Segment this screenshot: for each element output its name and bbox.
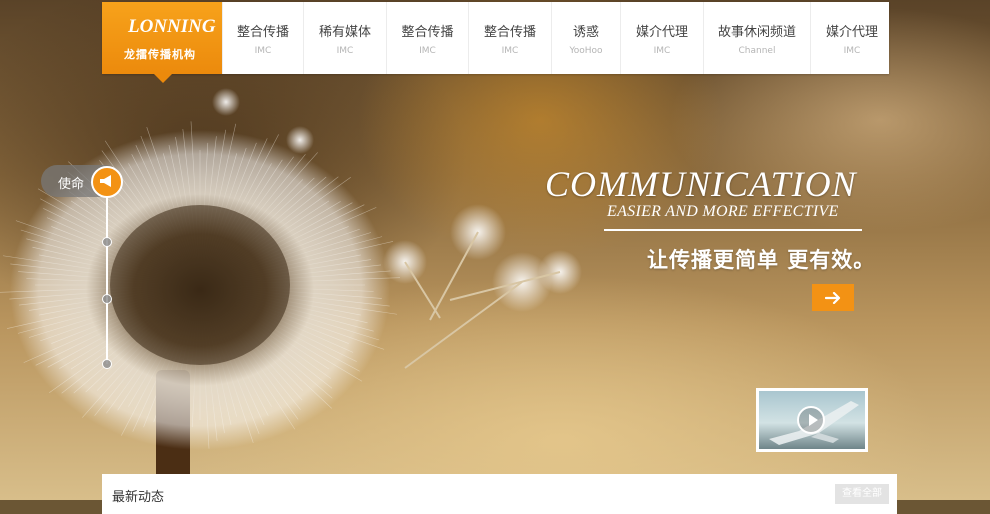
timeline-dot[interactable]: [102, 294, 112, 304]
nav-item-label: 故事休闲频道: [717, 24, 796, 40]
hero-tagline: 让传播更简单 更有效。: [647, 248, 876, 272]
nav-item-imc-1[interactable]: 整合传播 IMC: [222, 2, 303, 74]
nav-item-sublabel: IMC: [336, 45, 354, 56]
brand-logo[interactable]: LONNING 龙擂传播机构: [102, 2, 222, 83]
timeline-dot[interactable]: [102, 237, 112, 247]
logo-chinese-name: 龙擂传播机构: [124, 48, 196, 61]
nav-item-label: 整合传播: [401, 24, 454, 40]
active-caret: [154, 74, 172, 83]
nav-item-yoohoo[interactable]: 诱惑 YooHoo: [551, 2, 620, 74]
nav-item-media-agency-1[interactable]: 媒介代理 IMC: [620, 2, 703, 74]
flying-seed: [212, 88, 240, 116]
slogan-divider: [604, 229, 862, 231]
timeline-mission-label: 使命: [58, 177, 85, 192]
nav-item-story-channel[interactable]: 故事休闲频道 Channel: [703, 2, 810, 74]
nav-item-label: 媒介代理: [635, 24, 688, 40]
nav-item-label: 稀有媒体: [318, 24, 371, 40]
view-all-button[interactable]: 查看全部: [835, 484, 889, 504]
logo-wordmark: LONNING: [128, 16, 216, 37]
nav-item-media-agency-2[interactable]: 媒介代理 IMC: [810, 2, 893, 74]
news-title: 最新动态: [112, 490, 165, 505]
timeline-dot[interactable]: [102, 359, 112, 369]
arrow-right-icon: [825, 291, 841, 304]
news-section: 最新动态 查看全部: [102, 474, 897, 514]
video-thumbnail[interactable]: [756, 388, 868, 452]
nav-item-sublabel: Channel: [738, 45, 776, 56]
nav-item-sublabel: IMC: [653, 45, 671, 56]
megaphone-icon[interactable]: [91, 166, 123, 198]
nav-item-sublabel: IMC: [419, 45, 436, 56]
nav-item-label: 整合传播: [236, 24, 289, 40]
play-icon[interactable]: [797, 406, 825, 434]
top-navigation: LONNING 龙擂传播机构 整合传播 IMC 稀有媒体 IMC 整合传播 IM…: [102, 2, 889, 83]
timeline-rail: [106, 196, 108, 364]
nav-item-sublabel: IMC: [501, 45, 519, 56]
seed-stem: [404, 281, 523, 369]
nav-item-label: 整合传播: [483, 24, 536, 40]
nav-item-sublabel: YooHoo: [569, 45, 603, 56]
nav-item-rare-media[interactable]: 稀有媒体 IMC: [303, 2, 386, 74]
nav-item-sublabel: IMC: [254, 45, 272, 56]
nav-item-sublabel: IMC: [843, 45, 861, 56]
hero-go-button[interactable]: [812, 284, 854, 311]
hero-headline: COMMUNICATION: [545, 164, 857, 204]
hero-subline: EASIER AND MORE EFFECTIVE: [607, 203, 839, 220]
nav-item-imc-2[interactable]: 整合传播 IMC: [386, 2, 468, 74]
nav-item-imc-3[interactable]: 整合传播 IMC: [468, 2, 551, 74]
nav-item-label: 诱惑: [572, 24, 599, 40]
flying-seed: [286, 126, 314, 154]
nav-item-label: 媒介代理: [825, 24, 878, 40]
